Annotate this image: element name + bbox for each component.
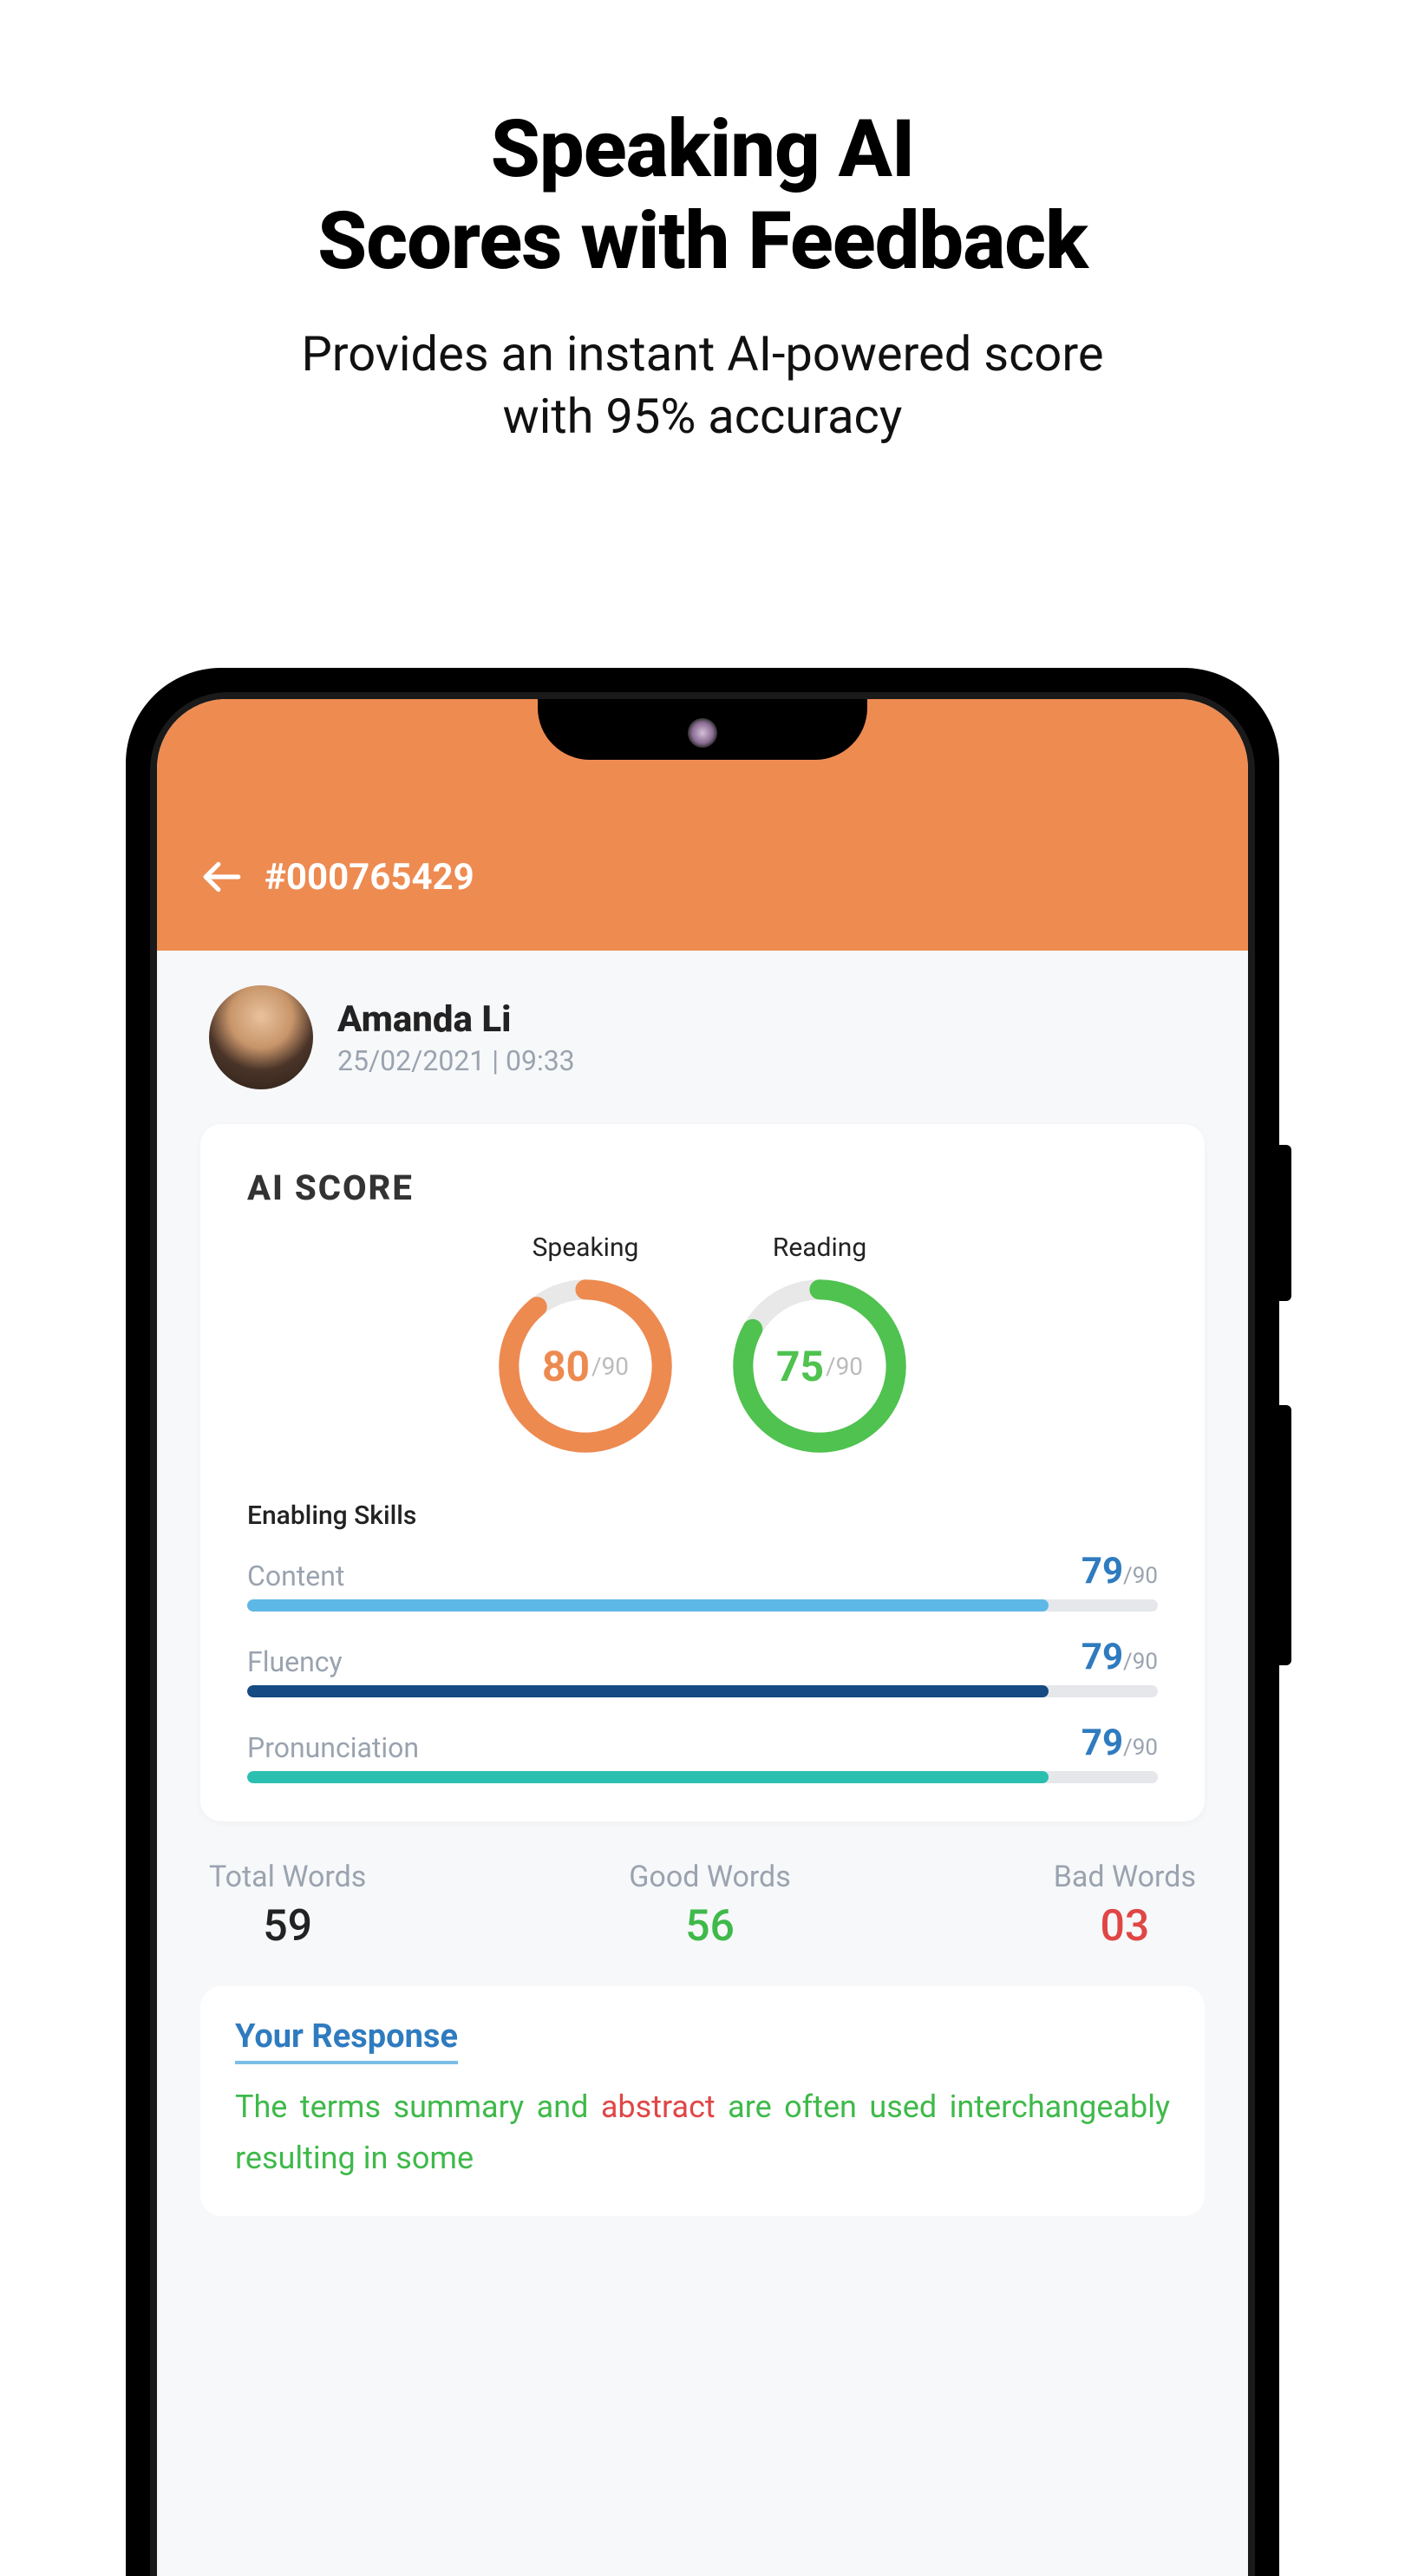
response-good-text: The terms summary and [235, 2089, 601, 2125]
phone-inner-border: #000765429 Amanda Li 25/02/2021 | 09:33 … [150, 692, 1255, 2576]
gauge-reading: Reading 75 /90 [729, 1232, 911, 1457]
response-title: Your Response [235, 2017, 458, 2064]
gauge-ring: 80 /90 [494, 1275, 676, 1457]
skill-bar [247, 1771, 1158, 1783]
session-id: #000765429 [265, 856, 474, 899]
phone-screen: #000765429 Amanda Li 25/02/2021 | 09:33 … [157, 699, 1248, 2576]
skill-value: 79 [1082, 1636, 1123, 1678]
skill-max: /90 [1123, 1563, 1158, 1589]
gauge-value: 75 [776, 1342, 824, 1391]
promo-title-line1: Speaking AI [491, 103, 914, 196]
promo-header: Speaking AI Scores with Feedback Provide… [0, 0, 1405, 448]
score-card: AI SCORE Speaking 80 /90 [200, 1124, 1205, 1821]
skill-max: /90 [1123, 1649, 1158, 1675]
back-arrow-icon[interactable] [200, 855, 244, 899]
stat-total: Total Words 59 [209, 1860, 366, 1952]
skill-bar [247, 1599, 1158, 1612]
stat-value: 56 [629, 1901, 791, 1952]
gauge-max: /90 [826, 1352, 863, 1381]
user-datetime: 25/02/2021 | 09:33 [337, 1044, 575, 1077]
phone-side-button [1279, 1145, 1291, 1301]
promo-title: Speaking AI Scores with Feedback [0, 104, 1405, 288]
stats-row: Total Words 59 Good Words 56 Bad Words 0… [157, 1821, 1248, 1952]
skill-name: Pronunciation [247, 1731, 419, 1764]
stat-value: 03 [1054, 1901, 1196, 1952]
gauge-label: Reading [729, 1232, 911, 1263]
skill-bar [247, 1685, 1158, 1697]
skill-value: 79 [1082, 1550, 1123, 1592]
user-name: Amanda Li [337, 998, 575, 1041]
skills-heading: Enabling Skills [247, 1500, 1158, 1531]
phone-side-button [1279, 1405, 1291, 1665]
gauge-label: Speaking [494, 1232, 676, 1263]
user-row: Amanda Li 25/02/2021 | 09:33 [157, 951, 1248, 1115]
skill-pronunciation: Pronunciation 79/90 [247, 1722, 1158, 1783]
stat-bad: Bad Words 03 [1054, 1860, 1196, 1952]
stat-label: Good Words [629, 1860, 791, 1894]
skill-fill [247, 1599, 1049, 1612]
stat-label: Bad Words [1054, 1860, 1196, 1894]
promo-subtitle-line2: with 95% accuracy [503, 388, 903, 445]
phone-frame: #000765429 Amanda Li 25/02/2021 | 09:33 … [126, 668, 1279, 2576]
promo-subtitle: Provides an instant AI-powered score wit… [0, 323, 1405, 449]
skill-fluency: Fluency 79/90 [247, 1636, 1158, 1697]
back-row[interactable]: #000765429 [200, 855, 474, 899]
gauges-row: Speaking 80 /90 [247, 1232, 1158, 1457]
skill-fill [247, 1771, 1049, 1783]
skill-max: /90 [1123, 1735, 1158, 1761]
gauge-value: 80 [542, 1342, 590, 1391]
phone-notch [538, 699, 867, 760]
gauge-ring: 75 /90 [729, 1275, 911, 1457]
response-text: The terms summary and abstract are often… [235, 2082, 1170, 2185]
skill-fill [247, 1685, 1049, 1697]
skill-name: Fluency [247, 1645, 343, 1678]
skill-content: Content 79/90 [247, 1550, 1158, 1612]
promo-subtitle-line1: Provides an instant AI-powered score [301, 325, 1103, 382]
user-info: Amanda Li 25/02/2021 | 09:33 [337, 998, 575, 1077]
stat-label: Total Words [209, 1860, 366, 1894]
avatar[interactable] [209, 985, 313, 1089]
gauge-max: /90 [591, 1352, 629, 1381]
response-card: Your Response The terms summary and abst… [200, 1986, 1205, 2216]
skill-name: Content [247, 1559, 344, 1592]
gauge-speaking: Speaking 80 /90 [494, 1232, 676, 1457]
skill-value: 79 [1082, 1722, 1123, 1764]
response-bad-word: abstract [601, 2089, 716, 2125]
promo-title-line2: Scores with Feedback [317, 195, 1088, 288]
score-card-title: AI SCORE [247, 1167, 1158, 1208]
stat-good: Good Words 56 [629, 1860, 791, 1952]
stat-value: 59 [209, 1901, 366, 1952]
